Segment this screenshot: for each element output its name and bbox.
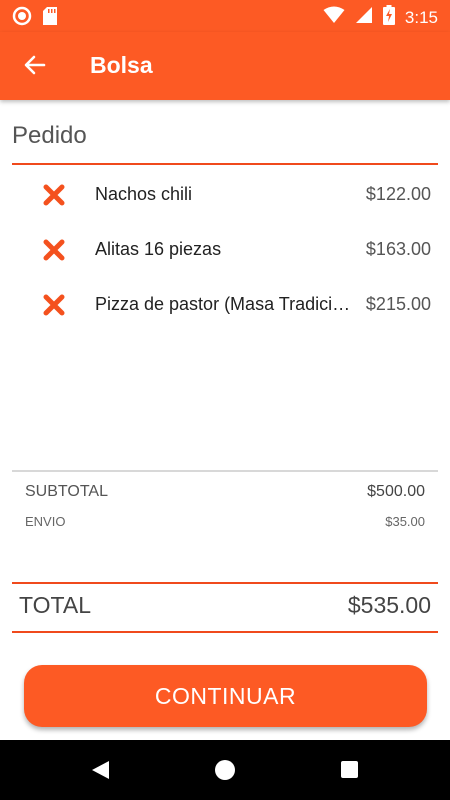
total-value: $535.00 <box>347 592 431 618</box>
record-icon <box>12 6 32 31</box>
nav-recents-icon[interactable] <box>341 761 358 778</box>
summary-divider <box>12 470 438 472</box>
remove-item-button[interactable] <box>42 293 66 317</box>
sd-card-icon <box>42 6 58 31</box>
nav-back-button[interactable] <box>89 759 111 781</box>
subtotal-value: $500.00 <box>367 483 425 500</box>
arrow-left-icon <box>24 55 46 75</box>
close-icon <box>43 239 65 261</box>
item-price: $163.00 <box>365 239 431 259</box>
nav-home-icon[interactable] <box>215 760 235 780</box>
status-right-icons: 3:15 <box>323 5 438 30</box>
navigation-bar <box>0 740 450 800</box>
close-icon <box>43 184 65 206</box>
item-name: Nachos chili <box>95 184 193 204</box>
item-price: $215.00 <box>365 294 431 314</box>
section-title-pedido: Pedido <box>12 122 87 149</box>
continue-button[interactable]: CONTINUAR <box>24 665 427 727</box>
status-time: 3:15 <box>404 7 438 27</box>
signal-icon <box>355 6 373 29</box>
item-name: Alitas 16 piezas <box>95 239 222 259</box>
app-bar: Bolsa <box>0 32 450 100</box>
order-list: Nachos chili $122.00 Alitas 16 piezas $1… <box>0 167 450 332</box>
total-divider-bottom <box>12 631 438 633</box>
list-item: Nachos chili $122.00 <box>0 167 450 222</box>
status-left-icons <box>12 6 58 31</box>
total-divider-top <box>12 582 438 584</box>
back-button[interactable] <box>20 50 50 80</box>
section-divider <box>12 163 438 165</box>
remove-item-button[interactable] <box>42 183 66 207</box>
shipping-value: $35.00 <box>385 514 425 529</box>
wifi-icon <box>323 6 345 29</box>
item-name: Pizza de pastor (Masa Tradicional) <box>95 294 357 314</box>
subtotal-label: SUBTOTAL <box>25 483 108 500</box>
list-item: Pizza de pastor (Masa Tradicional) $215.… <box>0 277 450 332</box>
total-label: TOTAL <box>19 592 91 618</box>
nav-back-icon <box>92 761 109 779</box>
page-title: Bolsa <box>90 52 153 78</box>
item-price: $122.00 <box>365 184 431 204</box>
close-icon <box>43 294 65 316</box>
battery-charging-icon <box>382 5 395 30</box>
remove-item-button[interactable] <box>42 238 66 262</box>
list-item: Alitas 16 piezas $163.00 <box>0 222 450 277</box>
shipping-label: ENVIO <box>25 514 66 529</box>
status-bar: 3:15 <box>0 0 450 32</box>
